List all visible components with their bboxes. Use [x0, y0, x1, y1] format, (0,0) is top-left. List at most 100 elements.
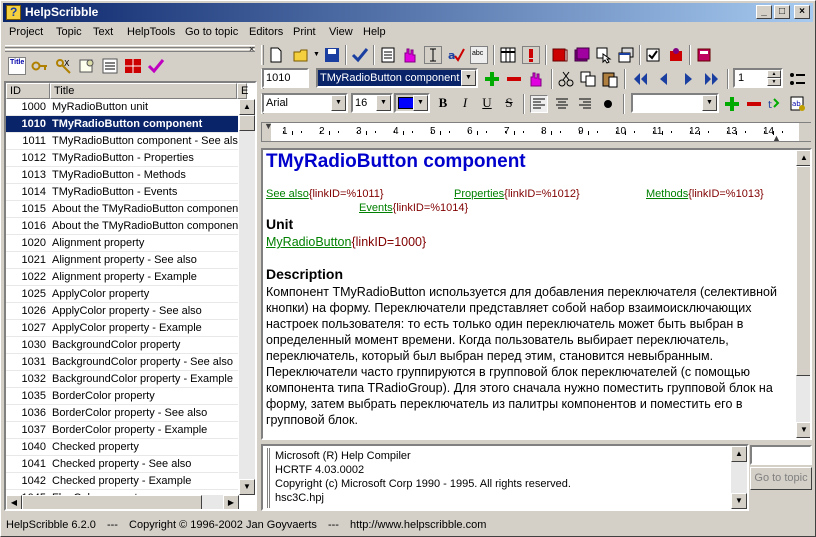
topic-title-dropdown-icon[interactable]: ▼ [461, 70, 476, 86]
style-combo[interactable]: ▼ [631, 93, 719, 113]
scroll-right-button[interactable]: ▶ [223, 495, 239, 509]
remove-style-icon[interactable] [745, 95, 763, 113]
table-row[interactable]: 1031 BackgroundColor property - See also [6, 354, 238, 371]
topic-hand-icon[interactable] [527, 70, 545, 88]
add-style-icon[interactable] [723, 95, 741, 113]
browse-icon[interactable] [78, 57, 96, 75]
bold-button[interactable]: B [433, 94, 453, 114]
keys-icon[interactable]: X [55, 57, 73, 75]
menu-helptools[interactable]: HelpTools [127, 26, 175, 38]
align-left-icon[interactable] [530, 95, 548, 113]
table-row[interactable]: 1014 TMyRadioButton - Events [6, 184, 238, 201]
document-icon[interactable] [379, 46, 397, 64]
table-row[interactable]: 1022 Alignment property - Example [6, 269, 238, 286]
pointer-icon[interactable] [595, 46, 613, 64]
link-see-also[interactable]: See also [266, 188, 309, 200]
topic-editor[interactable]: TMyRadioButton component See also{linkID… [261, 148, 812, 440]
sort-icon[interactable] [101, 57, 119, 75]
output-scroll-down-button[interactable]: ▼ [731, 493, 747, 509]
menu-project[interactable]: Project [9, 26, 43, 38]
save-icon[interactable] [323, 46, 341, 64]
link-events[interactable]: Events [359, 202, 393, 214]
hand-icon[interactable] [401, 46, 419, 64]
scroll-left-button[interactable]: ◀ [6, 495, 22, 509]
link-unit[interactable]: MyRadioButton [266, 235, 351, 249]
scroll-thumb[interactable] [239, 115, 255, 131]
abc-icon[interactable]: abc [470, 46, 488, 64]
table-row[interactable]: 1020 Alignment property [6, 235, 238, 252]
table-row[interactable]: 1041 Checked property - See also [6, 456, 238, 473]
table-row[interactable]: 1040 Checked property [6, 439, 238, 456]
size-dropdown-icon[interactable]: ▼ [376, 95, 391, 111]
column-header-title[interactable]: Title [50, 83, 237, 99]
bullet-icon[interactable] [599, 95, 617, 113]
topic-title-combo[interactable]: TMyRadioButton component ▼ [316, 68, 478, 88]
menu-view[interactable]: View [329, 26, 353, 38]
key-icon[interactable] [31, 57, 49, 75]
link-methods[interactable]: Methods [646, 188, 688, 200]
color-dropdown-icon[interactable]: ▼ [413, 95, 428, 111]
table-row[interactable]: 1016 About the TMyRadioButton component [6, 218, 238, 235]
align-right-icon[interactable] [576, 95, 594, 113]
topic-id-input[interactable]: 1010 [262, 68, 309, 88]
goto-topic-input[interactable] [750, 445, 812, 465]
open-folder-icon[interactable] [293, 46, 311, 64]
cut-icon[interactable] [557, 70, 575, 88]
scroll-up-button[interactable]: ▲ [239, 99, 255, 115]
font-combo[interactable]: Arial ▼ [262, 93, 348, 113]
minimize-button[interactable]: _ [756, 5, 772, 19]
close-pane-icon[interactable]: × [249, 44, 254, 54]
color-picker[interactable]: ▼ [394, 93, 430, 113]
topic-list[interactable]: ID Title E 1000 MyRadioButton unit 1010 TMy… [4, 81, 257, 511]
compiler-output[interactable]: Microsoft (R) Help Compiler HCRTF 4.03.0… [261, 444, 749, 511]
menu-help[interactable]: Help [363, 26, 386, 38]
table-icon[interactable] [499, 46, 517, 64]
italic-button[interactable]: I [455, 94, 475, 114]
close-button[interactable]: × [794, 5, 810, 19]
underline-button[interactable]: U [477, 94, 497, 114]
output-vertical-scrollbar[interactable]: ▲ ▼ [731, 446, 747, 509]
style-sheet-icon[interactable]: ab [789, 95, 807, 113]
title-view-icon[interactable]: Title [8, 57, 26, 75]
windows-icon[interactable] [617, 46, 635, 64]
table-row[interactable]: 1035 BorderColor property [6, 388, 238, 405]
table-row[interactable]: 1027 ApplyColor property - Example [6, 320, 238, 337]
help-book-icon[interactable] [695, 46, 713, 64]
style-editor-icon[interactable]: t [767, 95, 785, 113]
ruler[interactable]: ▼ ▲ 1 2 3 4 5 6 7 8 9 10 11 12 13 14 [261, 121, 811, 143]
size-combo[interactable]: 16 ▼ [351, 93, 393, 113]
book-icon[interactable] [551, 46, 569, 64]
previous-topic-icon[interactable] [655, 70, 673, 88]
checkmark-icon[interactable] [147, 57, 165, 75]
status-url[interactable]: http://www.helpscribble.com [350, 519, 486, 531]
editor-scroll-up-button[interactable]: ▲ [796, 150, 810, 166]
hscroll-thumb[interactable] [22, 495, 202, 509]
spellcheck-icon[interactable]: a [447, 46, 465, 64]
maximize-button[interactable]: □ [774, 5, 790, 19]
table-row[interactable]: 1026 ApplyColor property - See also [6, 303, 238, 320]
open-dropdown-icon[interactable]: ▼ [313, 51, 320, 58]
output-scroll-up-button[interactable]: ▲ [731, 446, 747, 462]
checkbox-icon[interactable] [645, 46, 663, 64]
table-row[interactable]: 1030 BackgroundColor property [6, 337, 238, 354]
menu-editors[interactable]: Editors [249, 26, 283, 38]
remove-topic-icon[interactable] [505, 70, 523, 88]
align-center-icon[interactable] [553, 95, 571, 113]
list-vertical-scrollbar[interactable]: ▲ ▼ [239, 99, 255, 495]
list-bullets-icon[interactable] [789, 70, 807, 88]
column-header-id[interactable]: ID [6, 83, 50, 99]
left-indent-marker[interactable]: ▼ [264, 121, 273, 131]
table-row[interactable]: 1036 BorderColor property - See also [6, 405, 238, 422]
next-topic-icon[interactable] [679, 70, 697, 88]
grid-icon[interactable] [124, 57, 142, 75]
table-row[interactable]: 1013 TMyRadioButton - Methods [6, 167, 238, 184]
page-spinner[interactable]: 1 ▲ ▼ [733, 68, 783, 88]
menu-print[interactable]: Print [293, 26, 316, 38]
new-file-icon[interactable] [267, 46, 285, 64]
copy-icon[interactable] [579, 70, 597, 88]
spinner-up-button[interactable]: ▲ [767, 70, 781, 78]
table-row[interactable]: 1015 About the TMyRadioButton component [6, 201, 238, 218]
table-row[interactable]: 1011 TMyRadioButton component - See also [6, 133, 238, 150]
style-dropdown-icon[interactable]: ▼ [702, 95, 717, 111]
link-properties[interactable]: Properties [454, 188, 504, 200]
